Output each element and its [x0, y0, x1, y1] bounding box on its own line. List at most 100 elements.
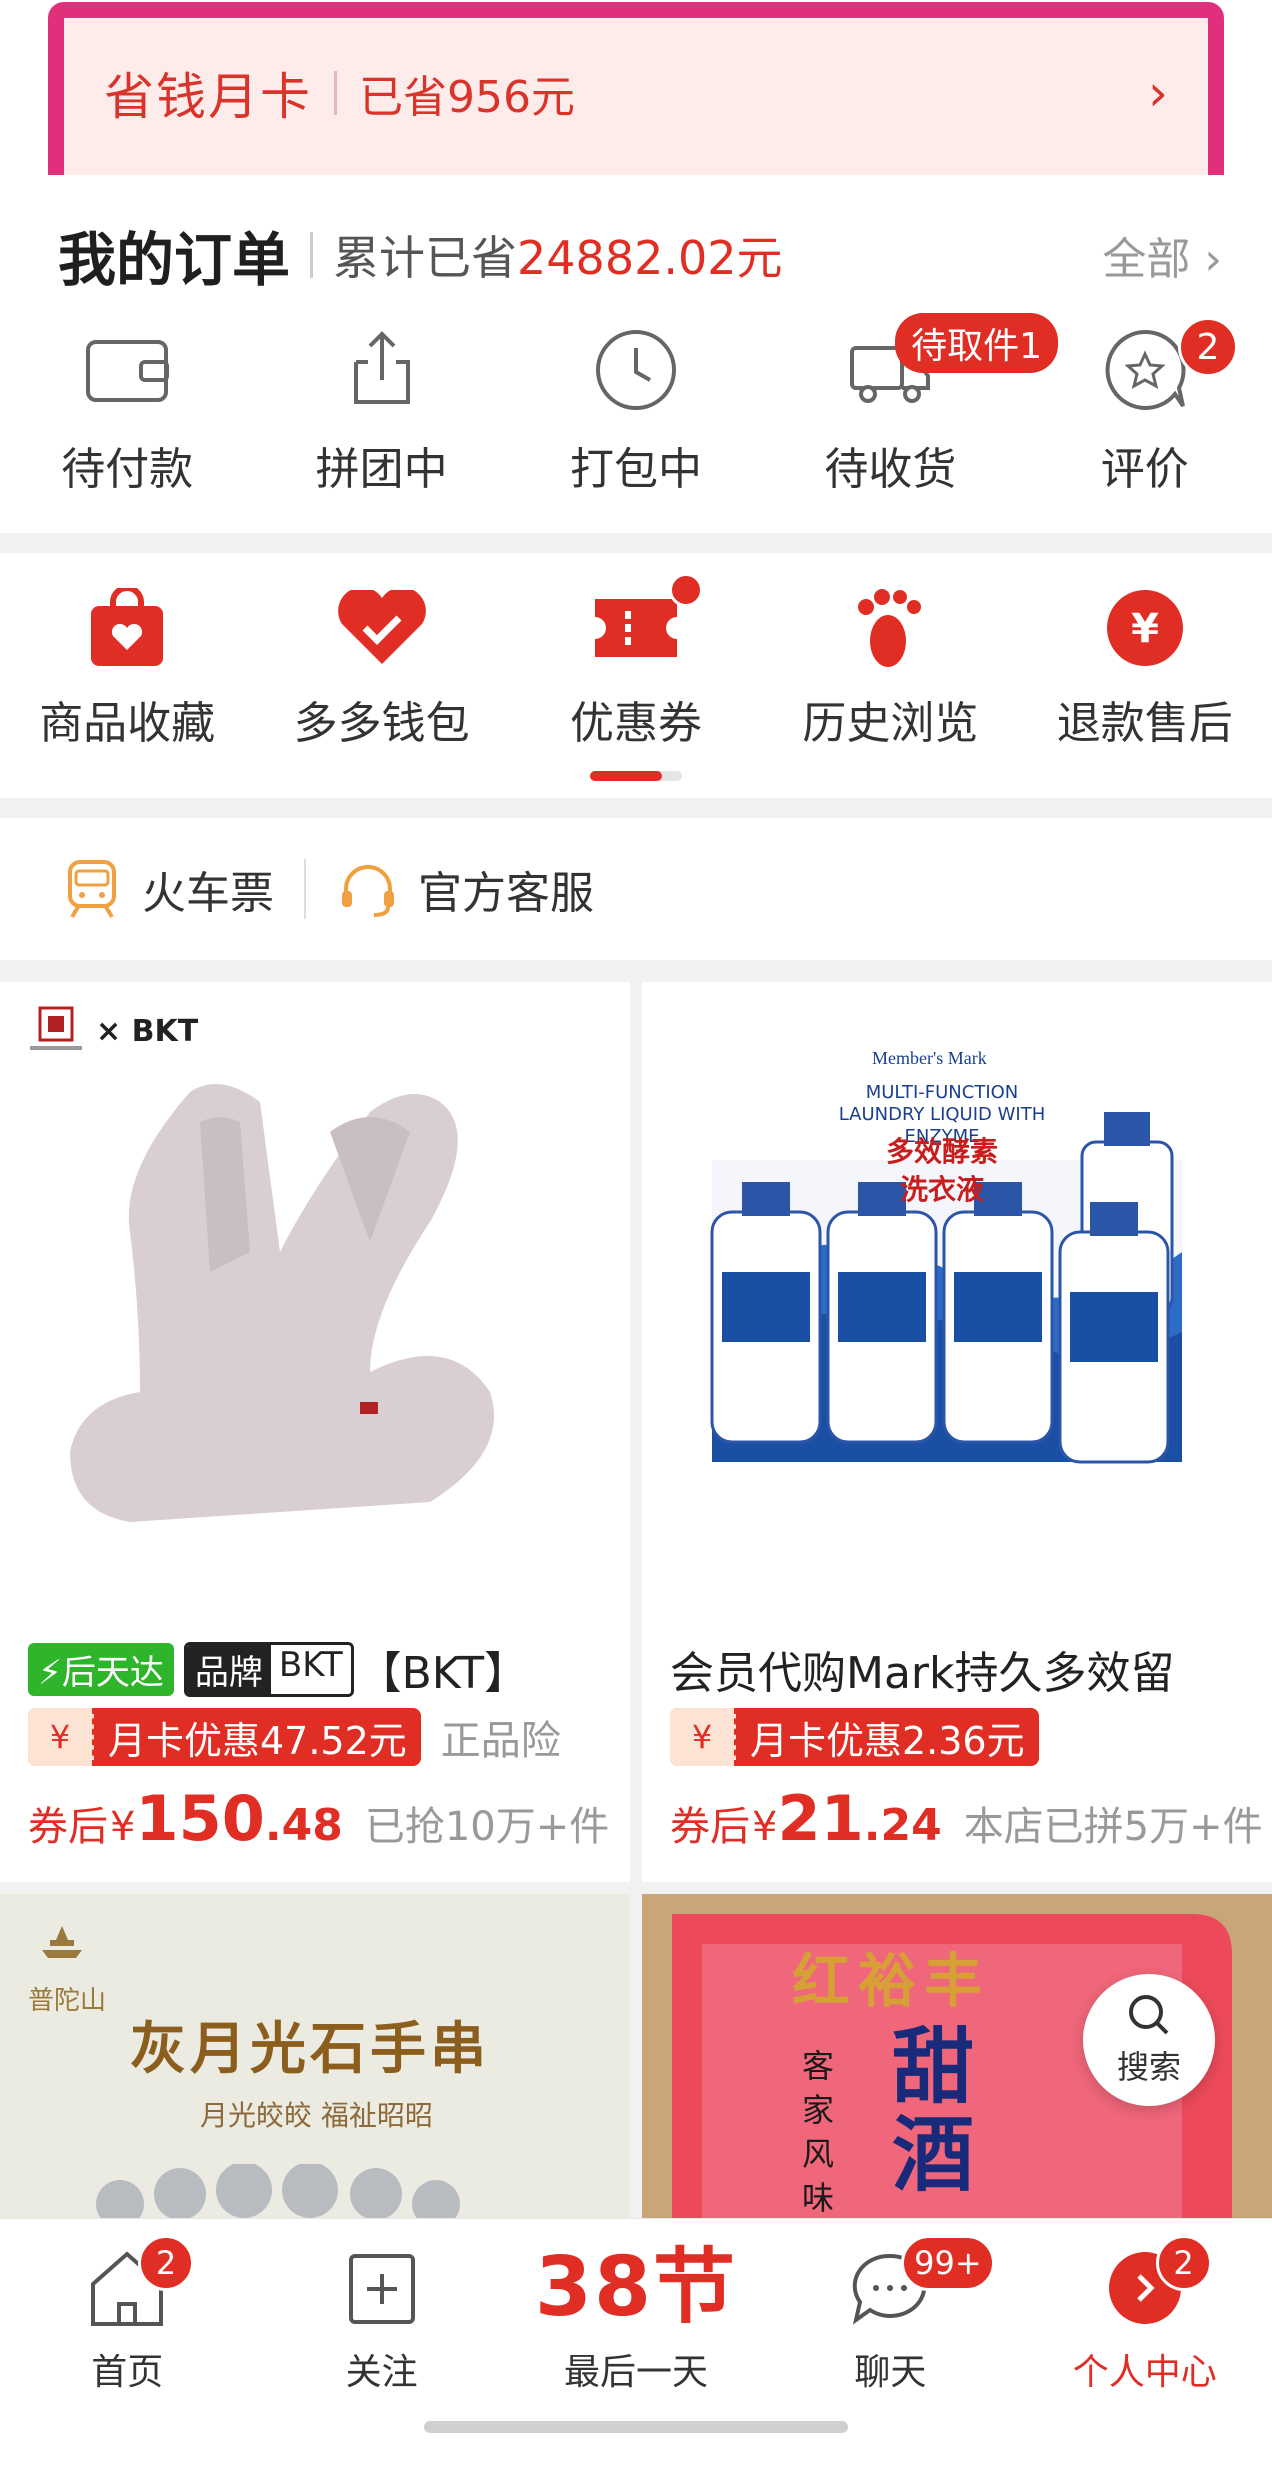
- package-brand: 红裕丰: [792, 1947, 991, 2015]
- month-card-coupon: ¥ 月卡优惠47.52元: [28, 1708, 421, 1766]
- brand-tag: 品牌 BKT: [183, 1641, 354, 1697]
- product-card[interactable]: 普陀山 灰月光石手串 月光皎皎 福祉昭昭: [0, 1894, 630, 2218]
- box-brand: Member's Mark: [872, 1048, 987, 1068]
- all-orders-link[interactable]: 全部 ›: [1102, 223, 1222, 287]
- yen-icon: ¥: [670, 1708, 736, 1766]
- price-prefix: 券后: [28, 1804, 108, 1850]
- ticket-icon: [591, 583, 681, 673]
- service-label: 官方客服: [418, 868, 594, 919]
- divider: [334, 71, 337, 115]
- yen-icon: ¥: [28, 1708, 94, 1766]
- nav-label: 最后一天: [563, 2352, 708, 2393]
- footprint-icon: [845, 583, 935, 673]
- plus-box-icon: [337, 2243, 427, 2333]
- yen-circle-icon: ¥: [1100, 583, 1190, 673]
- tool-wallet[interactable]: 多多钱包: [254, 583, 508, 751]
- order-awaiting-delivery[interactable]: 待取件1 待收货: [763, 313, 1059, 497]
- search-icon: [1129, 1995, 1169, 2035]
- nav-festival[interactable]: 38节 最后一天: [509, 2243, 763, 2395]
- headset-icon: [336, 857, 400, 921]
- tools-row: 商品收藏 多多钱包 优惠券 历史浏览 ¥ 退款售后: [0, 573, 1272, 751]
- search-label: 搜索: [1116, 2048, 1181, 2086]
- order-item-label: 评价: [1100, 444, 1189, 495]
- product-title-line: 会员代购Mark持久多效留: [670, 1637, 1252, 1701]
- services-row: 火车票 官方客服: [0, 818, 1272, 960]
- scroll-indicator-fill: [590, 771, 662, 781]
- box-chinese-title-1: 多效酵素: [885, 1135, 998, 1168]
- tools-scroll-indicator: [590, 771, 682, 781]
- temple-logo-icon: [42, 1926, 82, 1958]
- train-icon: [60, 857, 124, 921]
- product-title: 【BKT】: [357, 1648, 529, 1699]
- product-image: Member's Mark MULTI-FUNCTION LAUNDRY LIQ…: [642, 982, 1272, 1622]
- nav-profile[interactable]: 2 个人中心: [1018, 2235, 1272, 2395]
- box-chinese-title-2: 洗衣液: [899, 1173, 984, 1206]
- sold-count: 已抢10万+件: [364, 1804, 610, 1850]
- tool-label: 退款售后: [1056, 698, 1233, 749]
- tool-label: 历史浏览: [802, 698, 979, 749]
- month-card-saved: 已省956元: [359, 72, 575, 123]
- order-item-label: 待收货: [824, 444, 957, 495]
- service-label: 火车票: [142, 868, 274, 919]
- order-packing[interactable]: 打包中: [509, 325, 763, 497]
- currency-symbol: ¥: [110, 1804, 136, 1850]
- order-item-label: 拼团中: [315, 444, 448, 495]
- page: 省钱月卡 已省956元 › 我的订单 累计已省24882.02元 全部 › 待付…: [0, 0, 1272, 2467]
- nav-label: 关注: [345, 2352, 418, 2393]
- nav-label: 聊天: [854, 2352, 927, 2393]
- divider: [310, 232, 314, 278]
- review-badge: 2: [1177, 317, 1238, 377]
- brand-name: 普陀山: [28, 1986, 107, 2016]
- price-integer: 21: [777, 1782, 864, 1855]
- tool-history[interactable]: 历史浏览: [763, 583, 1017, 751]
- month-card-coupon: ¥ 月卡优惠2.36元: [670, 1708, 1039, 1766]
- tool-refund[interactable]: ¥ 退款售后: [1018, 583, 1272, 751]
- package-flavor: 客家风味: [802, 2047, 835, 2217]
- tools-section: 商品收藏 多多钱包 优惠券 历史浏览 ¥ 退款售后: [0, 553, 1272, 798]
- nav-chat[interactable]: 99+ 聊天: [763, 2235, 1017, 2395]
- order-review[interactable]: 2 评价: [1018, 317, 1272, 497]
- seat-cushion-image: [70, 1084, 494, 1522]
- order-pending-payment[interactable]: 待付款: [0, 325, 254, 497]
- order-status-row: 待付款 拼团中 打包中 待取件1 待收货 2 评价: [0, 313, 1272, 497]
- product-price-line: 券后 ¥ 21 .24 本店已拼5万+件: [670, 1782, 1263, 1855]
- product-coupon-line: ¥ 月卡优惠2.36元: [670, 1708, 1252, 1766]
- orders-title: 我的订单: [58, 226, 291, 294]
- service-train-tickets[interactable]: 火车票: [60, 857, 274, 921]
- festival-title: 38节: [534, 2240, 738, 2335]
- sold-count: 本店已拼5万+件: [963, 1804, 1263, 1850]
- chevron-right-icon: ›: [1148, 64, 1168, 122]
- product-price-line: 券后 ¥ 150 .48 已抢10万+件: [28, 1782, 610, 1855]
- star-chat-icon: [1100, 325, 1190, 415]
- product-card[interactable]: Member's Mark MULTI-FUNCTION LAUNDRY LIQ…: [642, 982, 1272, 1882]
- tool-favorites[interactable]: 商品收藏: [0, 583, 254, 751]
- home-badge: 2: [138, 2235, 194, 2291]
- price-prefix: 券后: [670, 1804, 750, 1850]
- nav-label: 个人中心: [1072, 2352, 1217, 2393]
- product-card[interactable]: × BKT ⚡后天达 品牌 BKT 【BKT】 ¥ 月卡优惠47.52元 正品险 券…: [0, 982, 630, 1882]
- product-title: 会员代购Mark持久多效留: [670, 1648, 1175, 1699]
- svg-text:¥: ¥: [1131, 606, 1159, 652]
- bracelet-beads: [96, 2164, 460, 2218]
- nav-home[interactable]: 2 首页: [0, 2235, 254, 2395]
- product-image: × BKT: [0, 982, 630, 1622]
- tool-coupons[interactable]: 优惠券: [509, 573, 763, 751]
- order-group-buying[interactable]: 拼团中: [254, 325, 508, 497]
- floating-search-button[interactable]: 搜索: [1083, 1974, 1215, 2106]
- service-customer-support[interactable]: 官方客服: [336, 857, 594, 921]
- banner-subtitle: 月光皎皎 福祉昭昭: [200, 2099, 433, 2132]
- product-coupon-line: ¥ 月卡优惠47.52元 正品险: [28, 1708, 610, 1766]
- package-title: 甜酒: [892, 2020, 975, 2203]
- nav-following[interactable]: 关注: [254, 2243, 508, 2395]
- month-card-title: 省钱月卡: [104, 68, 312, 126]
- bottom-navigation: 2 首页 关注 38节 最后一天 99+ 聊天 2 个人中心: [0, 2218, 1272, 2467]
- wallet-icon: [82, 325, 172, 415]
- savings-prefix: 累计已省: [333, 231, 518, 285]
- new-dot: [668, 573, 703, 607]
- savings-amount: 24882.02元: [517, 231, 783, 285]
- tool-label: 多多钱包: [293, 698, 470, 749]
- brand-tag-label: 品牌: [186, 1644, 271, 1694]
- coupon-text: 月卡优惠2.36元: [750, 1718, 1025, 1763]
- heart-wallet-icon: [337, 583, 427, 673]
- brand-tag-name: BKT: [270, 1644, 351, 1694]
